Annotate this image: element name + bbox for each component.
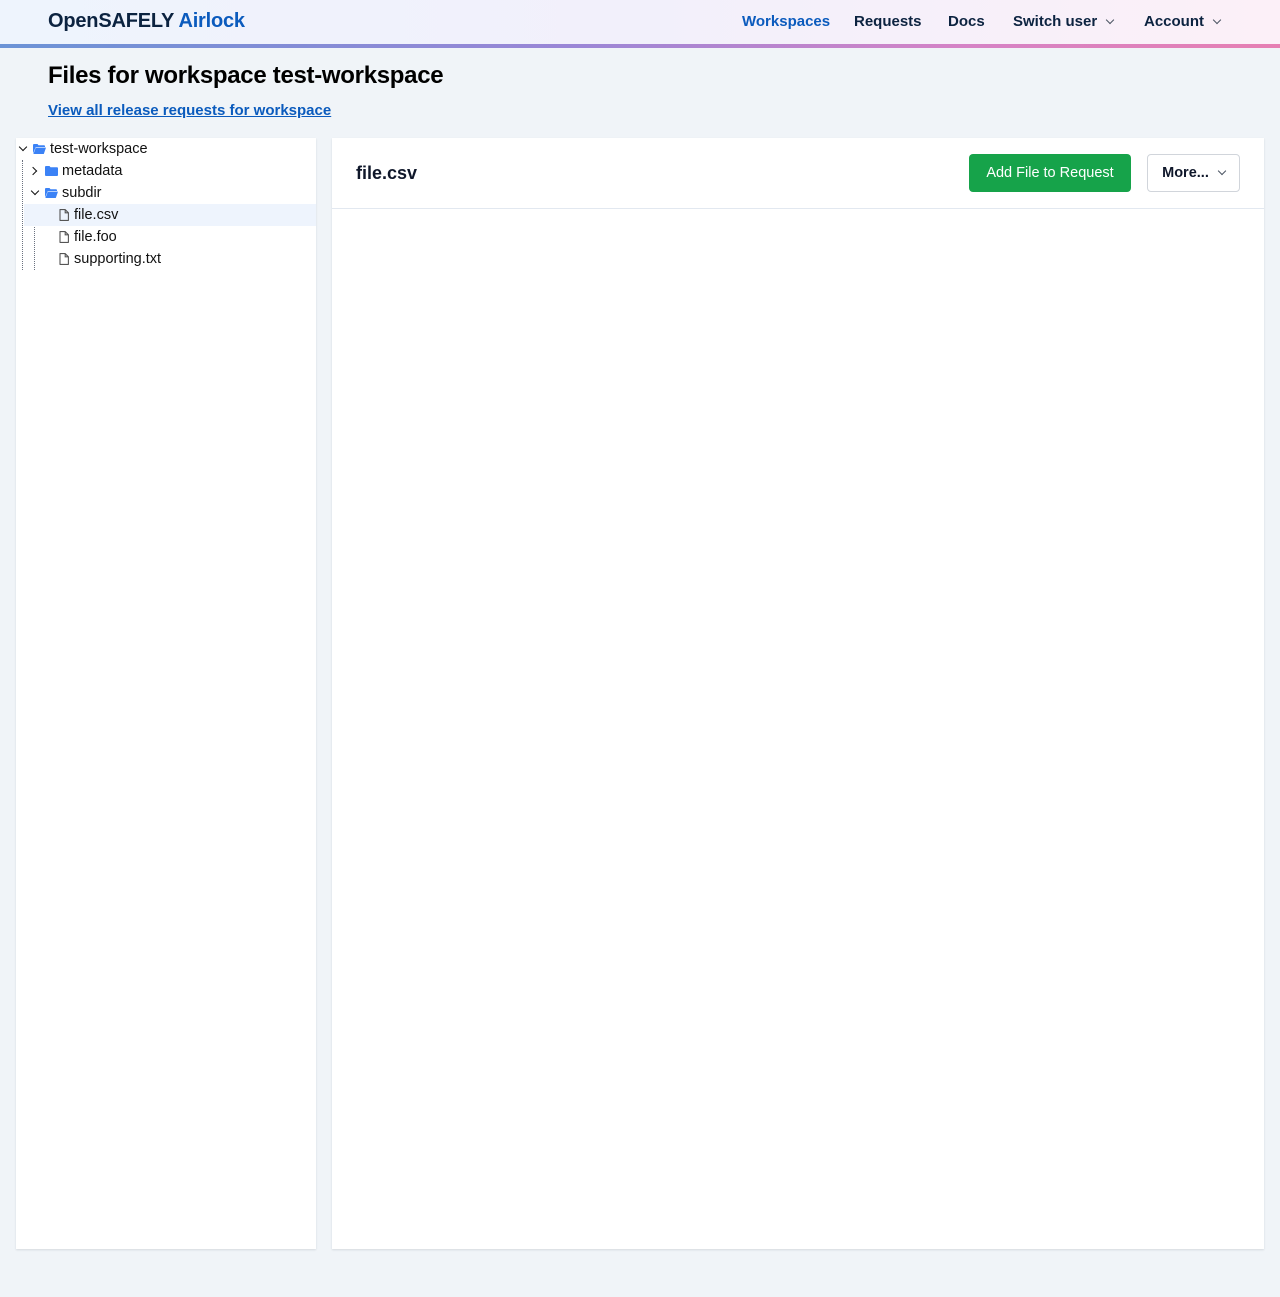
nav-account[interactable]: Account	[1144, 13, 1222, 30]
more-button-label: More...	[1162, 165, 1209, 181]
brand-logo[interactable]: OpenSAFELY Airlock	[48, 10, 245, 33]
tree-item-subdir[interactable]: subdir	[16, 182, 316, 204]
nav-switch-user[interactable]: Switch user	[1013, 13, 1115, 30]
nav-account-label: Account	[1144, 13, 1204, 30]
folder-open-icon	[33, 144, 46, 154]
tree-item-label: test-workspace	[50, 141, 148, 157]
chevron-down-icon	[1212, 15, 1222, 24]
tree-item-label: subdir	[62, 185, 102, 201]
file-icon	[59, 253, 69, 265]
chevron-right-icon[interactable]	[28, 166, 38, 176]
brand-secondary: Airlock	[178, 10, 245, 32]
nav-workspaces[interactable]: Workspaces	[742, 13, 830, 30]
more-dropdown-button[interactable]: More...	[1147, 154, 1240, 192]
nav-switch-user-label: Switch user	[1013, 13, 1098, 30]
file-title: file.csv	[356, 163, 418, 183]
tree-item-file-csv[interactable]: file.csv	[24, 204, 316, 226]
brand-primary: OpenSAFELY	[48, 10, 174, 32]
chevron-down-icon[interactable]	[18, 142, 28, 152]
page-title: Files for workspace test-workspace	[48, 62, 444, 89]
chevron-down-icon	[1105, 15, 1115, 24]
nav-docs-label: Docs	[948, 13, 985, 30]
header-gradient-bar	[0, 44, 1280, 48]
tree-item-label: file.csv	[74, 207, 119, 223]
add-file-to-request-button[interactable]: Add File to Request	[969, 154, 1131, 192]
nav-requests[interactable]: Requests	[854, 13, 922, 30]
view-release-requests-link[interactable]: View all release requests for workspace	[48, 102, 331, 119]
tree-item-supporting-txt[interactable]: supporting.txt	[16, 248, 316, 270]
chevron-down-icon	[1217, 166, 1227, 176]
top-navbar: OpenSAFELY Airlock Workspaces Requests D…	[0, 0, 1280, 44]
file-content-panel: file.csv Add File to Request More...	[332, 138, 1264, 1249]
folder-icon	[45, 166, 58, 176]
chevron-down-icon[interactable]	[30, 186, 40, 196]
tree-item-metadata[interactable]: metadata	[16, 160, 316, 182]
file-icon	[59, 231, 69, 243]
tree-item-label: file.foo	[74, 229, 117, 245]
content-header: file.csv Add File to Request More...	[332, 138, 1264, 209]
tree-item-label: supporting.txt	[74, 251, 162, 267]
nav-docs[interactable]: Docs	[948, 13, 985, 30]
tree-item-test-workspace[interactable]: test-workspace	[16, 138, 316, 160]
file-tree-panel: test-workspace metadata subdir file.csv …	[16, 138, 316, 1249]
nav-workspaces-label: Workspaces	[742, 13, 831, 30]
folder-open-icon	[45, 188, 58, 198]
tree-item-file-foo[interactable]: file.foo	[16, 226, 316, 248]
file-icon	[59, 209, 69, 221]
nav-requests-label: Requests	[854, 13, 922, 30]
file-preview-area	[332, 210, 1264, 1249]
tree-item-label: metadata	[62, 163, 123, 179]
